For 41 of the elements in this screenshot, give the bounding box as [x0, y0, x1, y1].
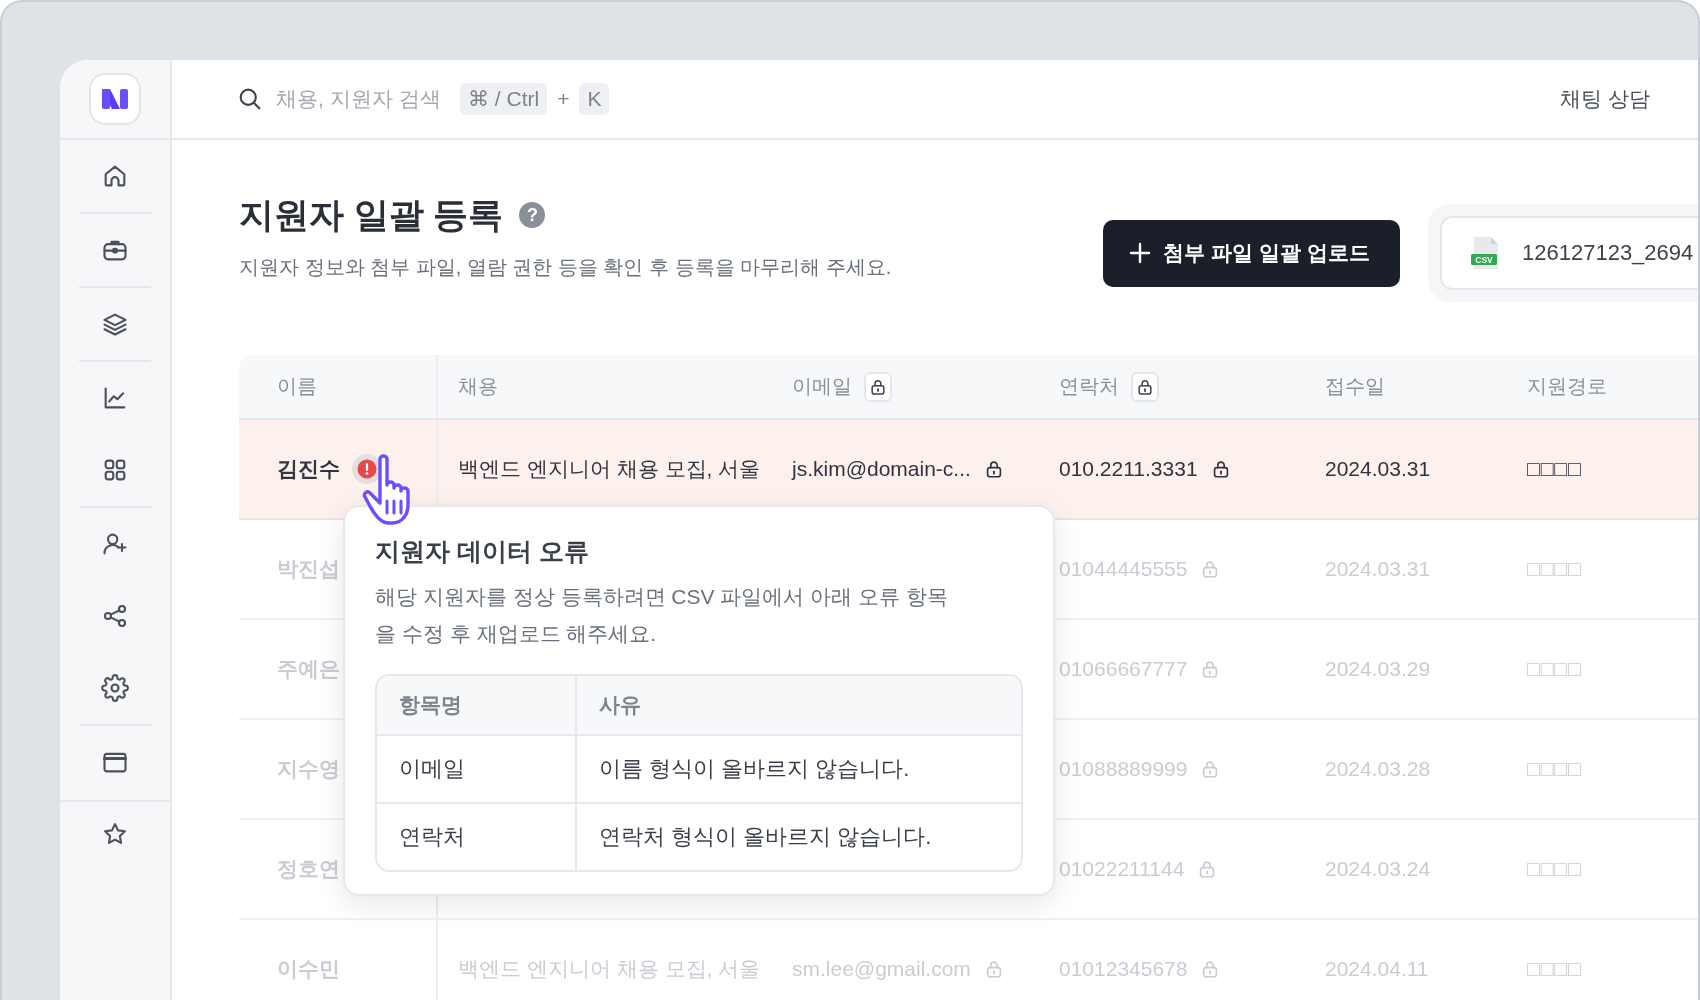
chat-consult-link[interactable]: 채팅 상담 — [1560, 85, 1650, 113]
page-title: 지원자 일괄 등록 — [239, 194, 504, 236]
share-icon[interactable] — [101, 602, 129, 630]
lock-icon[interactable] — [864, 371, 892, 402]
source-cell: □□□□ — [1527, 457, 1582, 481]
shortcut-plus: + — [557, 87, 570, 111]
field-cell: 이메일 — [377, 736, 577, 802]
column-header: 항목명 — [377, 676, 577, 734]
error-icon[interactable] — [357, 459, 377, 479]
recruitment-cell-text: 백엔드 엔지니어 채용 모집, 서울 — [458, 456, 761, 482]
column-header: 사유 — [598, 692, 642, 718]
reason-cell-text: 연락처 형식이 올바르지 않습니다. — [598, 823, 933, 851]
column-header: 이메일 — [792, 374, 852, 399]
reason-cell-text: 이름 형식이 올바르지 않습니다. — [598, 755, 911, 783]
search-field[interactable]: 채용, 지원자 검색 — [276, 87, 448, 111]
tooltip-description: 해당 지원자를 정상 등록하려면 CSV 파일에서 아래 오류 항목을 수정 후 재업로드 해주세요. — [375, 584, 949, 647]
file-chip[interactable]: CSV 126127123_2694 — [1440, 216, 1698, 290]
name-cell-text: 김진수 — [277, 456, 340, 482]
field-cell: 연락처 — [377, 804, 577, 870]
bulk-upload-button[interactable]: 첨부 파일 일괄 업로드 — [1103, 219, 1400, 287]
column-header: 지원경로 — [1527, 374, 1607, 399]
lock-icon[interactable] — [1131, 371, 1159, 402]
settings-icon[interactable] — [101, 674, 129, 702]
column-header: 이름 — [277, 374, 317, 399]
source-cell: □□□□ — [1527, 557, 1582, 581]
logo-icon[interactable] — [100, 87, 130, 111]
shortcut-key: ⌘ / Ctrl — [460, 83, 548, 115]
date-cell: 2024.03.31 — [1325, 457, 1431, 481]
email-cell: js.kim@domain-c... — [792, 457, 971, 481]
source-cell: □□□□ — [1527, 657, 1582, 681]
column-header: 채용 — [458, 374, 498, 399]
page-description: 지원자 정보와 첨부 파일, 열람 권한 등을 확인 후 등록을 마무리해 주세요. — [239, 255, 893, 280]
phone-cell: 010.2211.3331 — [1059, 457, 1198, 481]
source-cell: □□□□ — [1527, 857, 1582, 881]
plus-icon — [1129, 242, 1152, 264]
column-header: 접수일 — [1325, 374, 1385, 399]
shortcut-key: K — [579, 83, 610, 115]
source-cell: □□□□ — [1527, 757, 1582, 781]
column-header: 연락처 — [1059, 374, 1119, 399]
tooltip-title: 지원자 데이터 오류 — [375, 536, 590, 567]
source-cell: □□□□ — [1527, 957, 1582, 981]
